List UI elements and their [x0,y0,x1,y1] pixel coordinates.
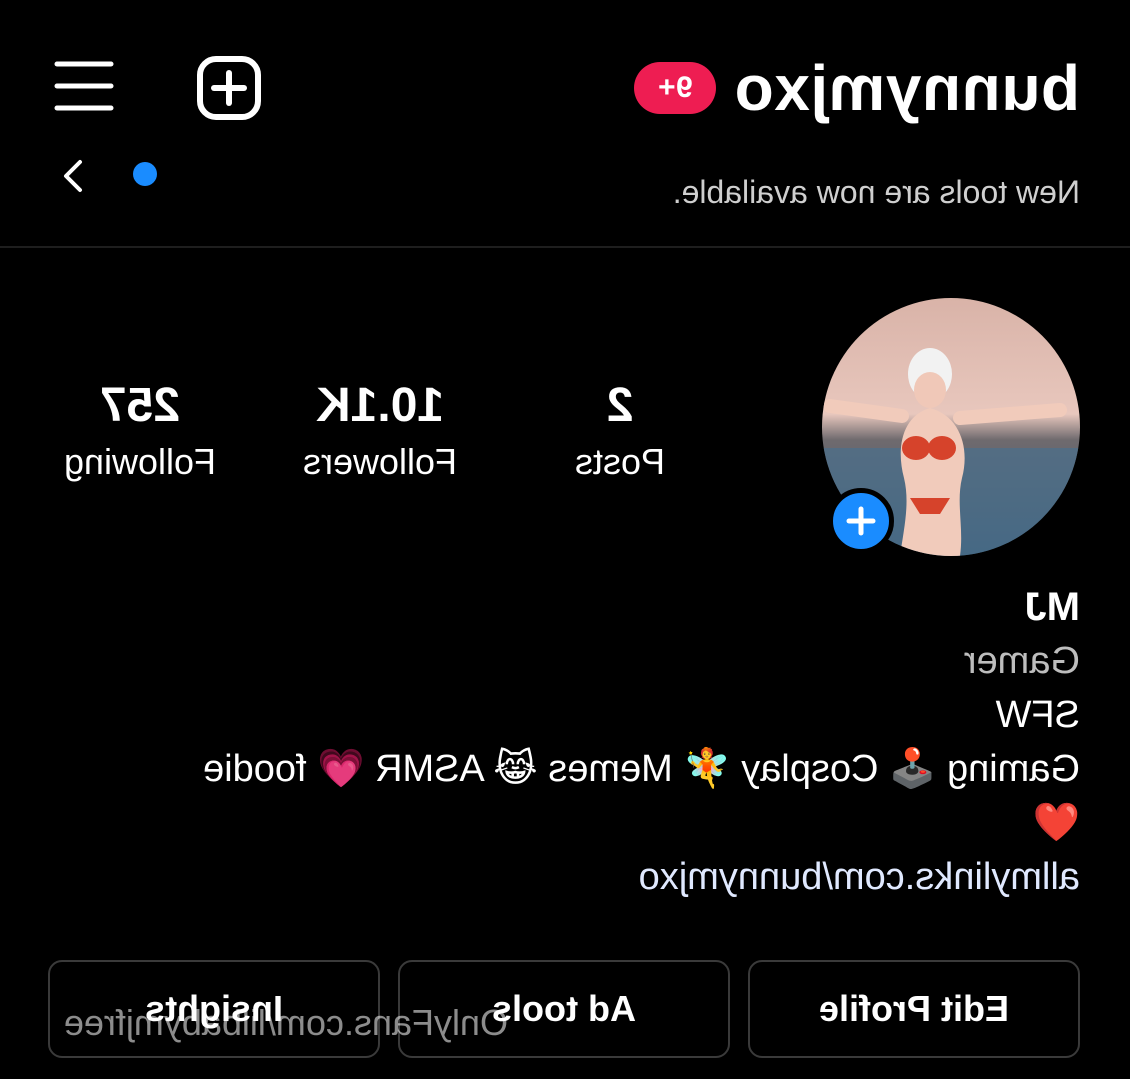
username-text: bunnymjxo [734,52,1080,124]
stat-following-label: Following [63,441,217,482]
bio-line-3: ❤️ [1032,802,1080,844]
blue-dot-icon [133,162,157,186]
stat-posts-label: Posts [574,441,666,482]
stat-followers[interactable]: 10.1K Followers [270,378,490,484]
stat-posts[interactable]: 2 Posts [520,378,720,484]
add-box-icon[interactable] [196,55,262,121]
notification-badge[interactable]: 9+ [634,62,717,114]
bio-name: MJ [1024,585,1080,629]
header-divider [0,246,1130,248]
hamburger-menu-icon[interactable] [54,58,114,114]
stat-following-value: 257 [99,379,181,432]
profile-username-header[interactable]: bunnymjxo 9+ [634,48,1080,128]
bio-link[interactable]: allmylinks.com/bunnymjxo [40,850,1080,904]
stat-followers-label: Followers [302,441,458,482]
stat-posts-value: 2 [606,379,634,432]
edit-profile-button[interactable]: Edit Profile [748,960,1080,1058]
stat-followers-value: 10.1K [315,379,445,432]
watermark-text: OnlyFans.com/lilbabymjfree [63,1002,508,1043]
bio-line-1: SFW [995,694,1080,736]
profile-bio: MJ Gamer SFW Gaming 🕹️ Cosplay 🧚 Memes 😹… [40,580,1080,904]
mirrored-screen: bunnymjxo 9+ New tools are now available… [0,0,1130,1079]
new-tools-banner[interactable]: New tools are now available. [673,174,1080,211]
bio-line-2: Gaming 🕹️ Cosplay 🧚 Memes 😹 ASMR 💗 foodi… [203,748,1080,790]
stat-following[interactable]: 257 Following [30,378,250,484]
chevron-icon[interactable] [56,158,90,194]
add-story-plus-icon[interactable] [828,488,894,554]
bio-category: Gamer [963,640,1080,682]
